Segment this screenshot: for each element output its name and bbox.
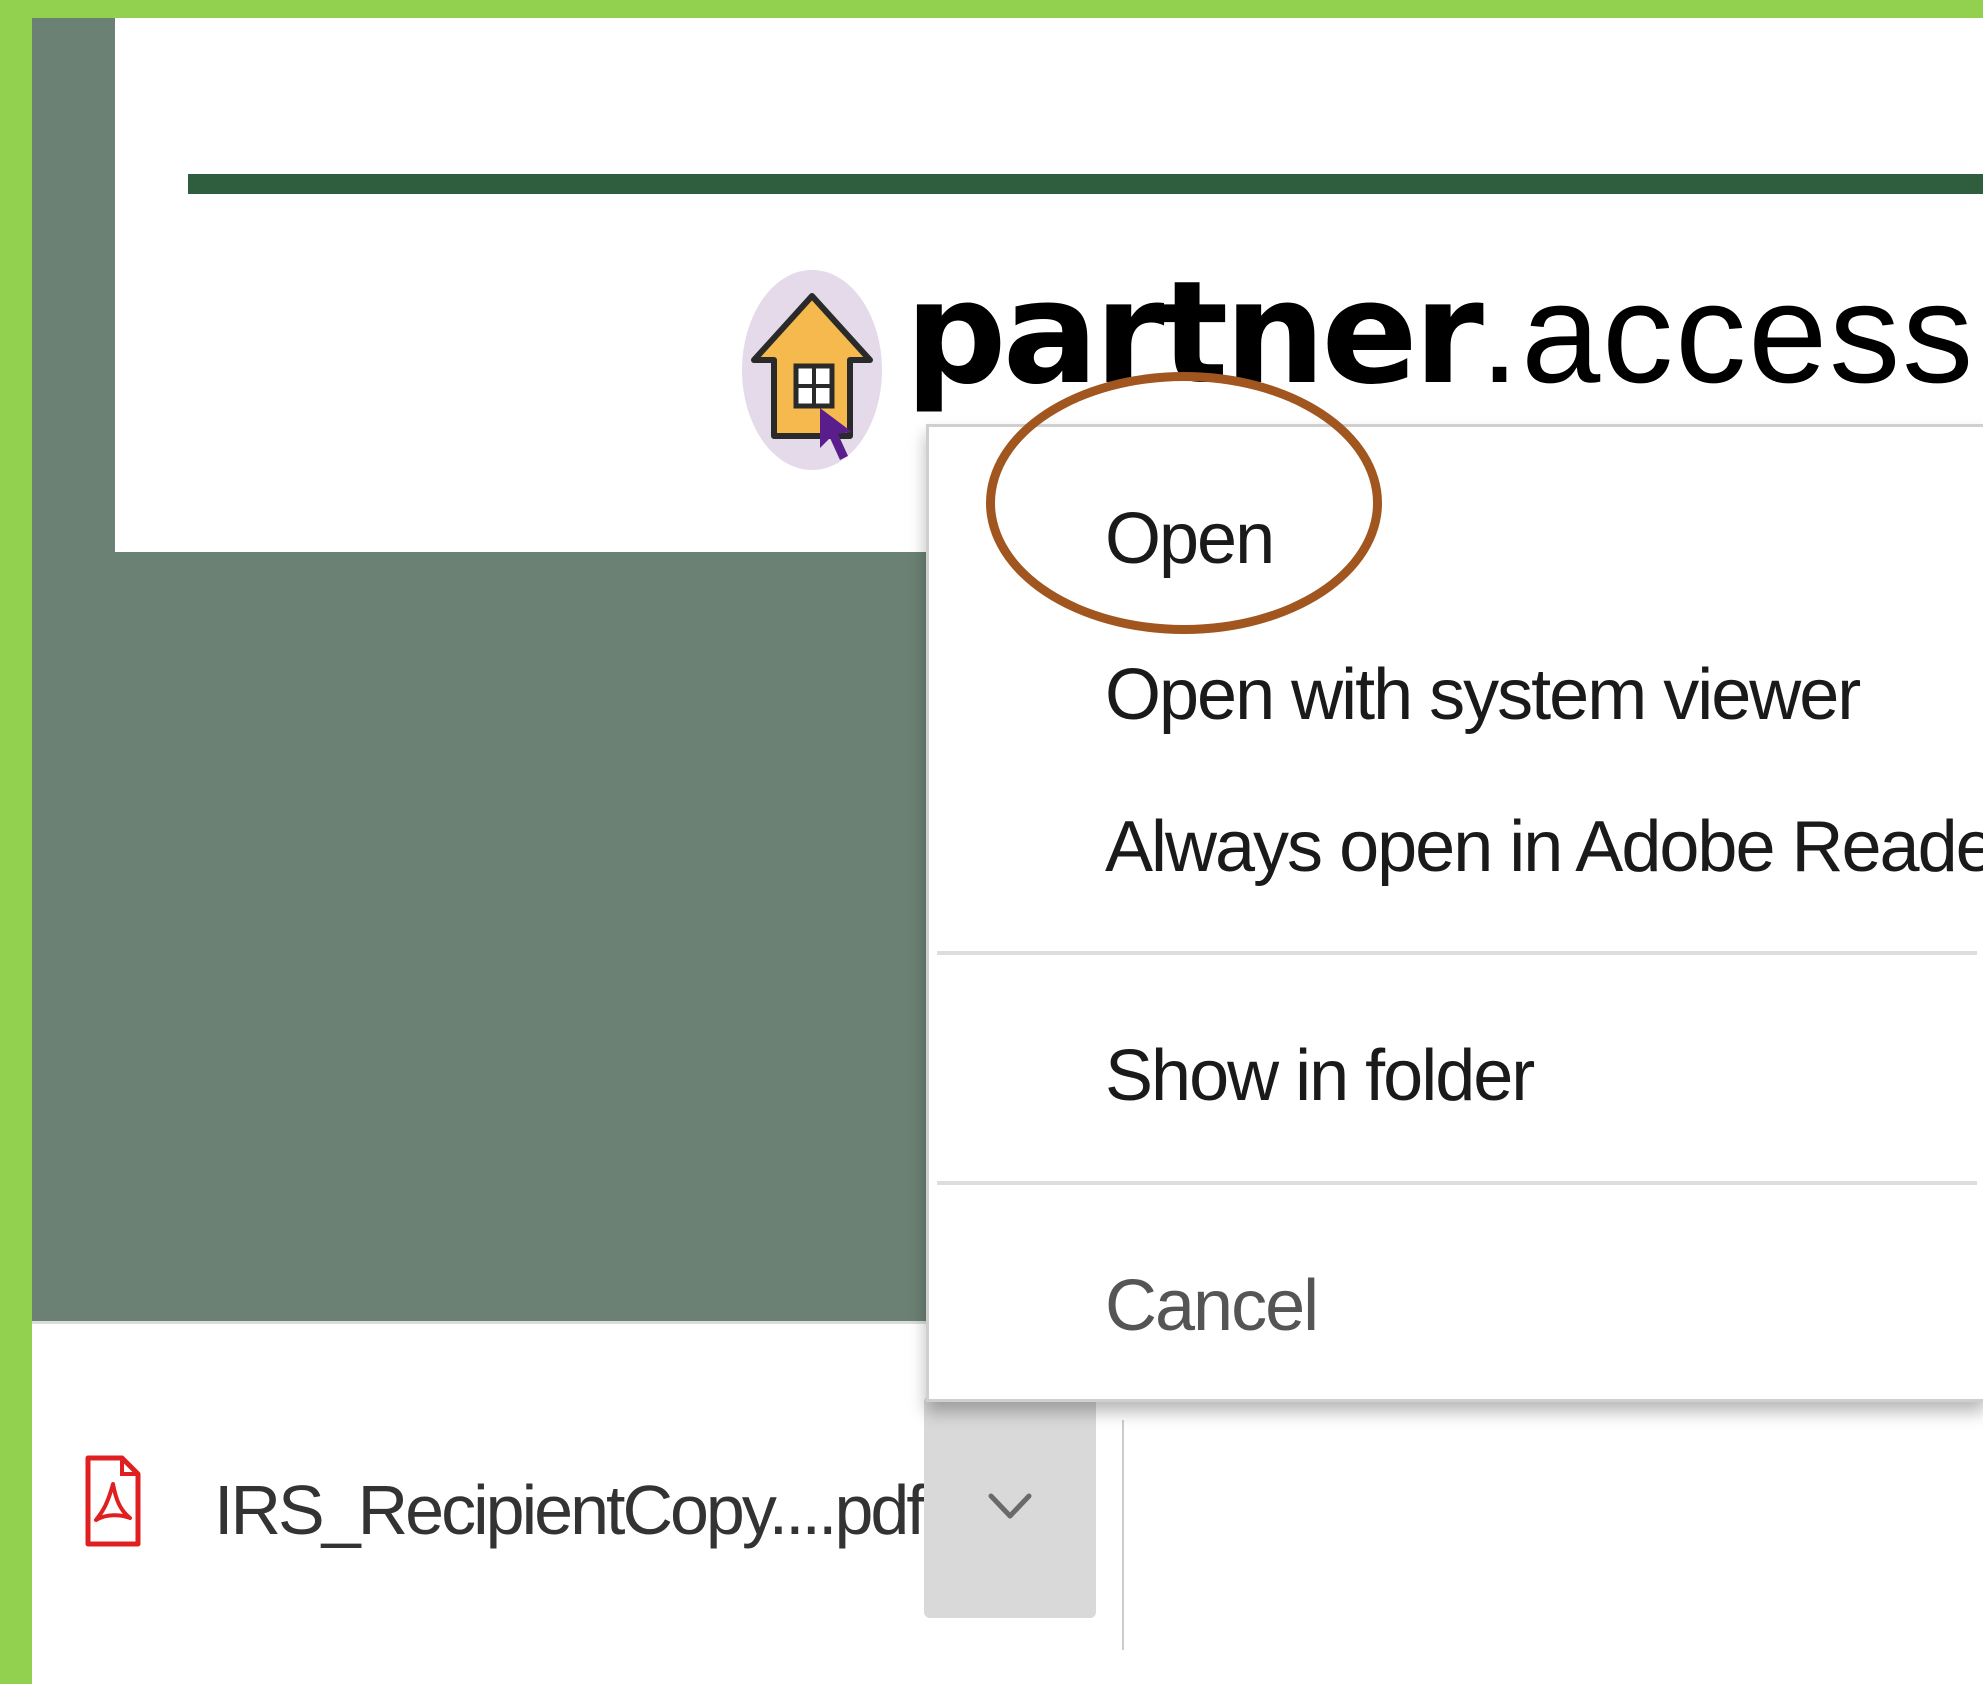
menu-item-open-system-viewer[interactable]: Open with system viewer (929, 633, 1983, 753)
frame-border-top (0, 0, 1983, 18)
menu-separator (937, 951, 1977, 955)
download-context-menu: Open Open with system viewer Always open… (926, 424, 1983, 1402)
menu-item-label: Always open in Adobe Reader (1105, 807, 1983, 887)
frame-border-left (0, 0, 32, 1684)
menu-item-label: Open (1105, 499, 1275, 579)
menu-item-show-in-folder[interactable]: Show in folder (929, 1014, 1983, 1134)
download-file-name[interactable]: IRS_RecipientCopy....pdf (214, 1470, 926, 1550)
header-rule (188, 174, 1983, 194)
house-icon (742, 270, 882, 470)
menu-item-always-open-adobe[interactable]: Always open in Adobe Reader (929, 785, 1983, 905)
menu-item-label: Show in folder (1105, 1036, 1535, 1116)
download-options-button[interactable] (924, 1396, 1096, 1618)
menu-item-label: Cancel (1105, 1266, 1319, 1346)
menu-item-label: Open with system viewer (1105, 655, 1861, 735)
logo-wordmark-light: .access (1479, 254, 1976, 413)
menu-separator (937, 1181, 1977, 1185)
menu-item-open[interactable]: Open (929, 477, 1983, 597)
logo-wordmark: partner.access (905, 254, 1975, 414)
download-bar-divider (1122, 1420, 1124, 1650)
pdf-file-icon (84, 1454, 142, 1548)
chevron-down-icon (988, 1493, 1032, 1519)
logo-wordmark-bold: partner (905, 251, 1484, 416)
menu-item-cancel[interactable]: Cancel (929, 1244, 1983, 1364)
